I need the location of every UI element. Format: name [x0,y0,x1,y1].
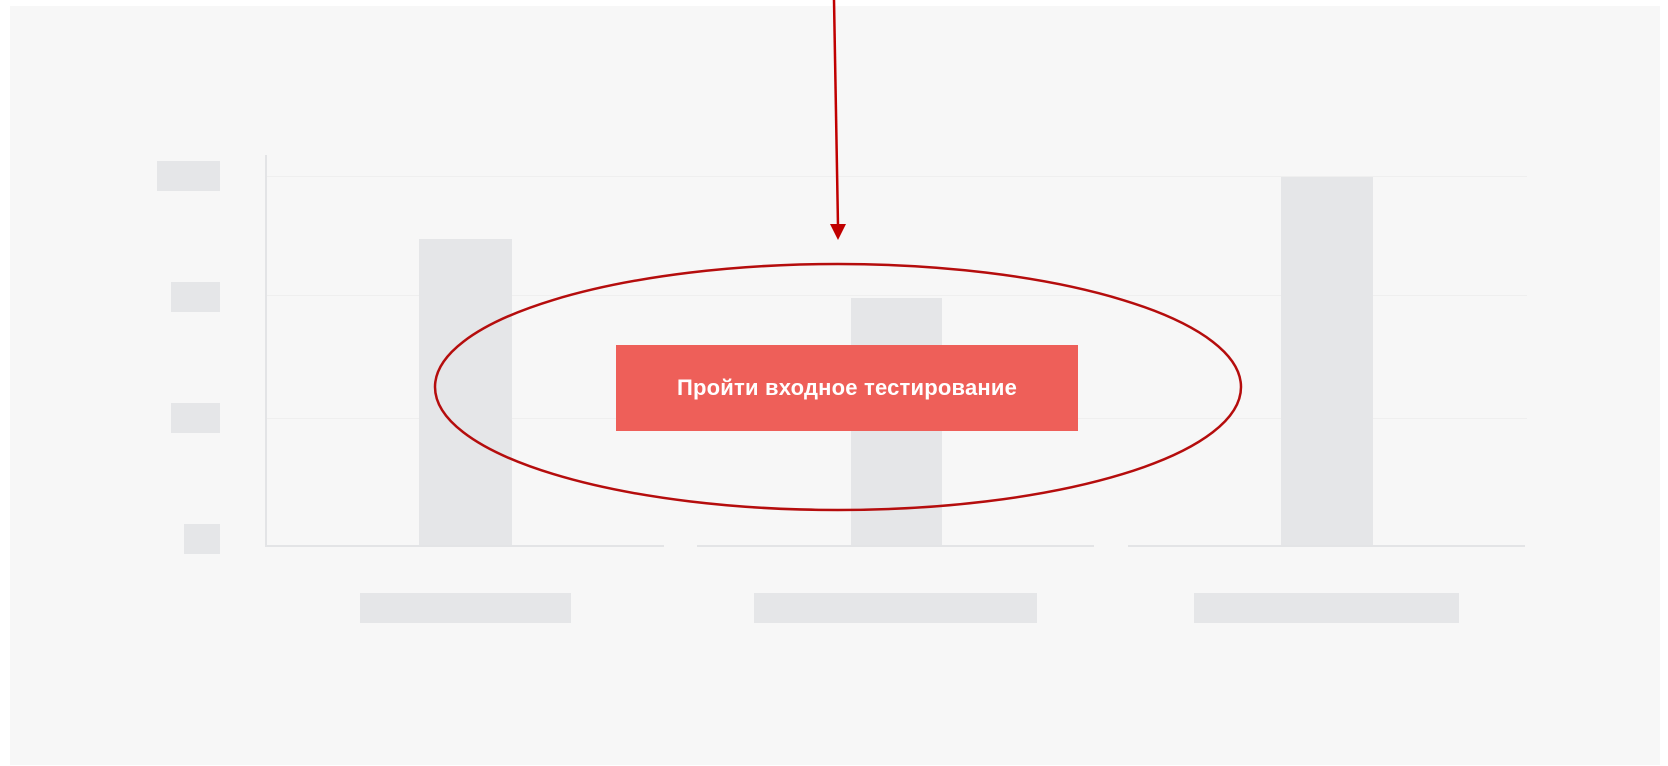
y-tick-label-placeholder [171,282,220,312]
x-label-placeholder [1194,593,1459,623]
x-label-placeholder [360,593,571,623]
x-axis-baseline [697,545,1094,547]
x-axis-baseline [1128,545,1525,547]
x-label-placeholder [754,593,1037,623]
bar-placeholder [1281,177,1373,546]
screenshot-stage: Пройти входное тестирование [0,0,1668,766]
y-tick-label-placeholder [184,524,220,554]
y-axis-line [265,155,267,547]
x-axis-baseline [265,545,664,547]
y-tick-label-placeholder [157,161,220,191]
bar-placeholder [419,239,512,546]
y-tick-label-placeholder [171,403,220,433]
start-entrance-test-button[interactable]: Пройти входное тестирование [616,345,1078,431]
